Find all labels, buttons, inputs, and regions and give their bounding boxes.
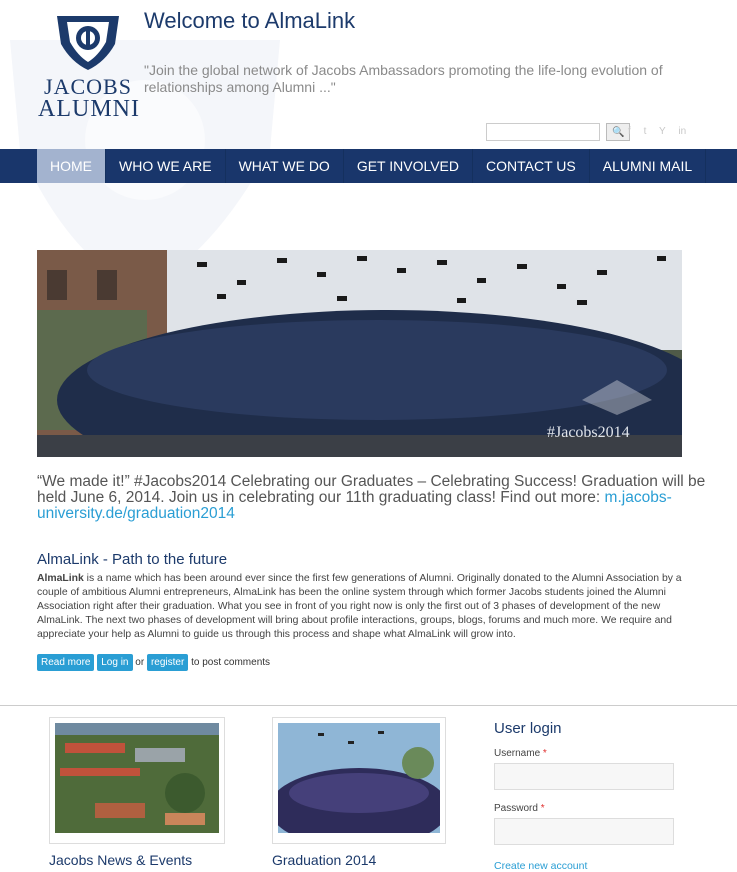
- password-label-text: Password: [494, 803, 538, 814]
- linkedin-icon[interactable]: in: [678, 126, 686, 137]
- nav-item-home[interactable]: HOME: [37, 149, 106, 183]
- username-label: Username *: [494, 748, 547, 759]
- login-link-button[interactable]: Log in: [97, 654, 133, 671]
- logo-line-2: ALUMNI: [38, 96, 140, 122]
- or-text: or: [135, 657, 145, 668]
- user-login-title: User login: [494, 720, 562, 737]
- nav-item-what-we-do[interactable]: WHAT WE DO: [226, 149, 344, 183]
- read-more-button[interactable]: Read more: [37, 654, 95, 671]
- campus-aerial-photo: [55, 723, 219, 833]
- facebook-icon[interactable]: f: [628, 126, 631, 137]
- social-links: f t Y in: [628, 126, 696, 137]
- site-header: JACOBS ALUMNI Welcome to AlmaLink "Join …: [0, 0, 737, 149]
- article-links: Read more Log in or register to post com…: [37, 654, 270, 671]
- required-marker: *: [542, 748, 547, 759]
- logo-line-1: JACOBS: [44, 74, 132, 99]
- site-title[interactable]: Welcome to AlmaLink: [144, 8, 355, 34]
- post-comments-text: to post comments: [191, 657, 271, 668]
- graduation-2014-title[interactable]: Graduation 2014: [272, 852, 376, 868]
- nav-item-alumni-mail[interactable]: ALUMNI MAIL: [590, 149, 707, 183]
- required-marker: *: [540, 803, 545, 814]
- youtube-icon[interactable]: Y: [659, 126, 666, 137]
- site-logo[interactable]: JACOBS ALUMNI: [38, 14, 140, 126]
- graduation-banner-image[interactable]: #Jacobs2014: [37, 250, 682, 457]
- username-field[interactable]: [494, 763, 674, 790]
- logo-shield-icon: [57, 16, 119, 70]
- register-button[interactable]: register: [146, 654, 189, 671]
- nav-item-get-involved[interactable]: GET INVOLVED: [344, 149, 474, 183]
- username-label-text: Username: [494, 748, 541, 759]
- logo-text: JACOBS ALUMNI: [38, 74, 140, 122]
- section-divider: [0, 705, 737, 706]
- nav-item-contact-us[interactable]: CONTACT US: [473, 149, 590, 183]
- article-title[interactable]: AlmaLink - Path to the future: [37, 551, 227, 568]
- graduation-thumbnail[interactable]: [269, 717, 449, 848]
- site-slogan: "Join the global network of Jacobs Ambas…: [144, 62, 663, 95]
- nav-item-who-we-are[interactable]: WHO WE ARE: [106, 149, 226, 183]
- search-input[interactable]: [486, 123, 600, 141]
- password-label: Password *: [494, 803, 545, 814]
- graduation-photo: [269, 723, 449, 848]
- create-account-link[interactable]: Create new account: [494, 860, 587, 872]
- search-icon: 🔍: [612, 126, 625, 138]
- article-lead: AlmaLink: [37, 573, 84, 584]
- main-navigation: HOME WHO WE ARE WHAT WE DO GET INVOLVED …: [0, 149, 737, 183]
- news-events-title[interactable]: Jacobs News & Events: [49, 852, 192, 868]
- password-field[interactable]: [494, 818, 674, 845]
- search-form: 🔍: [486, 123, 631, 141]
- news-events-thumbnail[interactable]: [49, 717, 225, 844]
- banner-caption: “We made it!” #Jacobs2014 Celebrating ou…: [37, 474, 707, 522]
- article-body: AlmaLink is a name which has been around…: [37, 572, 700, 642]
- article-text: is a name which has been around ever sin…: [37, 573, 682, 640]
- banner-watermark: #Jacobs2014: [547, 424, 630, 441]
- twitter-icon[interactable]: t: [644, 126, 647, 137]
- search-button[interactable]: 🔍: [606, 123, 631, 141]
